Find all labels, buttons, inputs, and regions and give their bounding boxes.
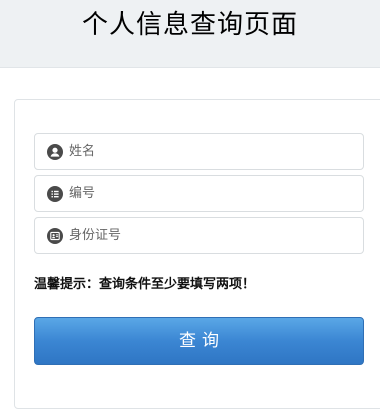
number-field[interactable] (34, 175, 364, 212)
id-number-input[interactable] (69, 218, 349, 253)
query-button[interactable]: 查询 (34, 317, 364, 365)
id-card-icon (47, 228, 63, 244)
id-number-field[interactable] (34, 217, 364, 254)
user-icon (47, 144, 63, 160)
name-field[interactable] (34, 133, 364, 170)
name-input[interactable] (69, 134, 349, 169)
page-title: 个人信息查询页面 (81, 10, 298, 40)
hint-text: 温馨提示：查询条件至少要填写两项！ (34, 277, 256, 292)
page-header: 个人信息查询页面 (0, 0, 380, 68)
list-icon (47, 186, 63, 202)
number-input[interactable] (69, 176, 349, 211)
